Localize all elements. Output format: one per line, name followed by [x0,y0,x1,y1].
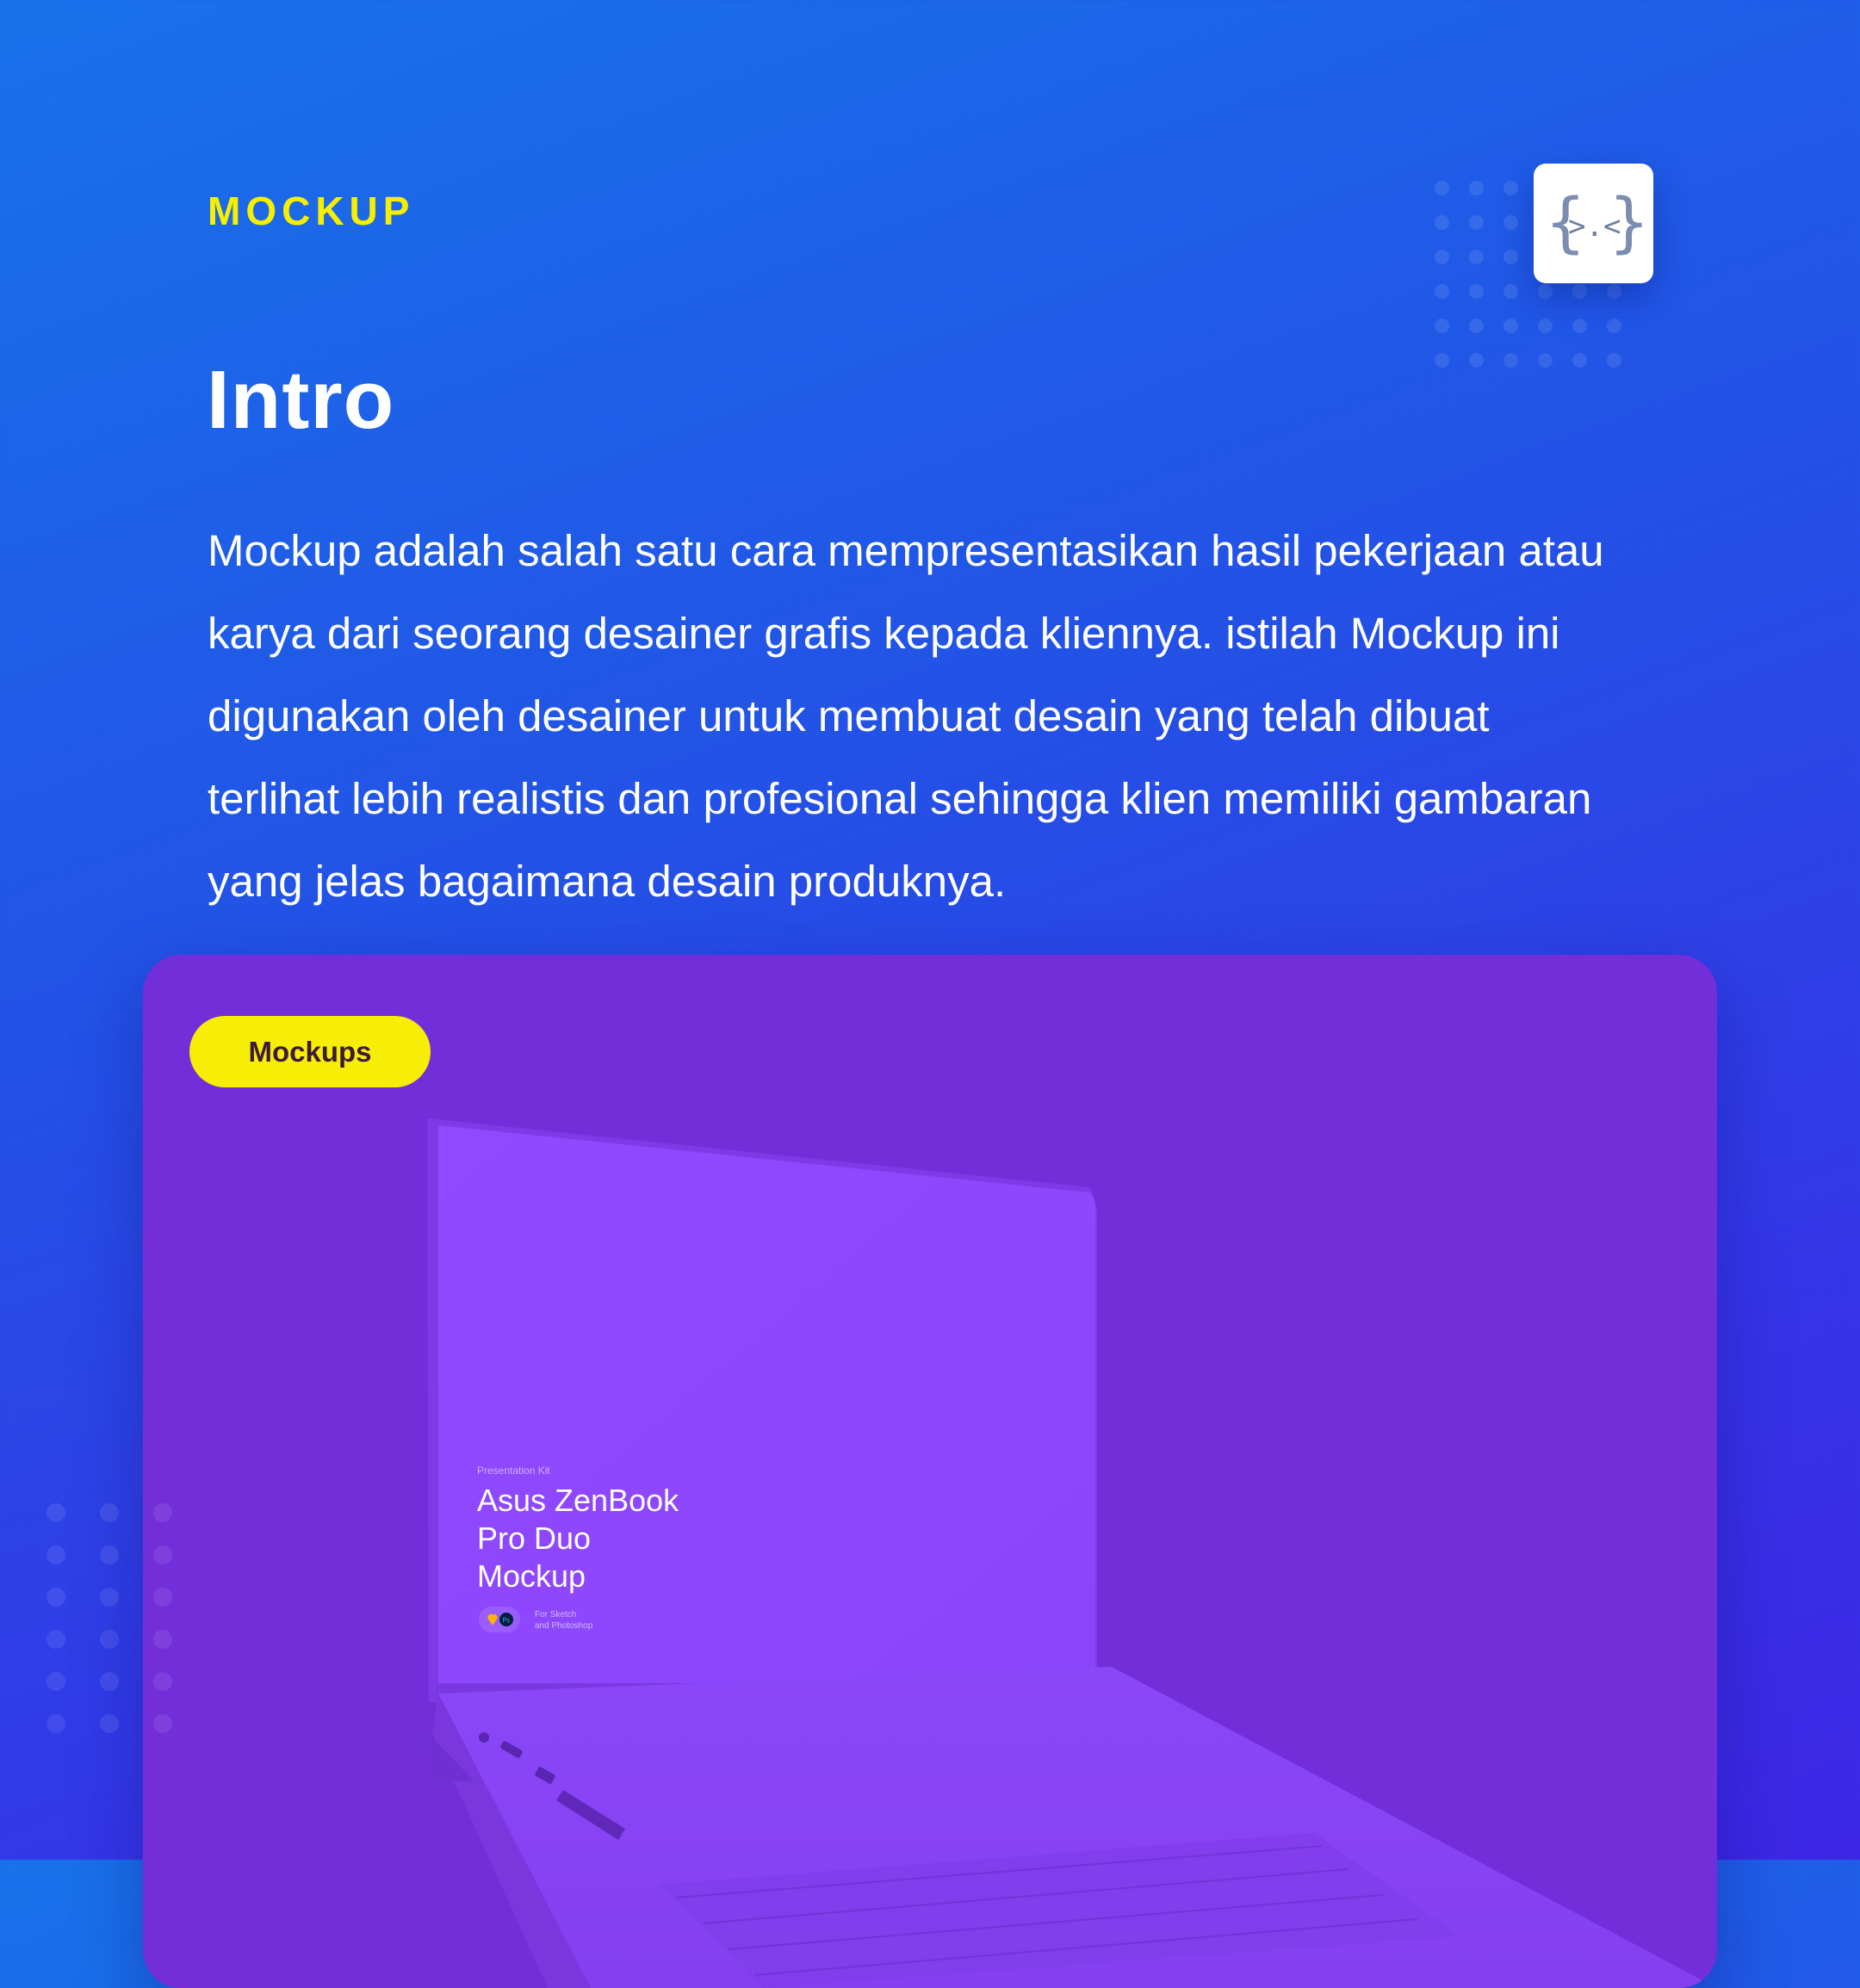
app-badges: Ps [479,1607,520,1632]
decorative-dot [100,1588,119,1607]
decorative-dot [1469,319,1484,333]
screen-title-line: Pro Duo [477,1520,592,1556]
screen-subtitle-line: For Sketch [535,1610,577,1620]
decorative-dot [1469,181,1484,195]
decorative-dot [1607,353,1621,368]
svg-text:}: } [1609,183,1646,260]
decorative-dot [1435,215,1449,230]
mockups-tag[interactable]: Mockups [189,1016,431,1087]
paragraph-line: digunakan oleh desainer untuk membuat de… [208,691,1490,740]
decorative-dot [153,1588,172,1607]
decorative-dot [1504,284,1518,299]
decorative-dot [1504,181,1518,195]
decorative-dot [1435,284,1449,299]
decorative-dot [1435,181,1449,195]
decorative-dot [100,1630,119,1649]
code-face-icon: { >.< } [1546,183,1646,260]
decorative-dot [1572,284,1587,299]
sketch-icon [487,1614,498,1626]
decorative-dot [153,1503,172,1522]
decorative-dot [1504,250,1518,264]
decorative-dot [1504,319,1518,333]
decorative-dot [46,1630,65,1649]
screen-subtitle-line: and Photoshop [535,1621,593,1631]
decorative-dot [153,1545,172,1564]
decorative-dot [1504,215,1518,230]
decorative-dot [153,1714,172,1733]
decorative-dot [100,1503,119,1522]
decorative-dot [1469,284,1484,299]
paragraph-line: karya dari seorang desainer grafis kepad… [208,609,1560,658]
decorative-dot-grid-left [46,1503,207,1756]
section-eyebrow: MOCKUP [208,189,415,233]
screen-title: Asus ZenBook Pro Duo Mockup [477,1482,701,1595]
screen-kicker: Presentation Kit [477,1465,550,1477]
laptop-mockup-illustration [427,1118,1717,1988]
svg-text:Ps: Ps [503,1617,511,1625]
brand-logo: { >.< } [1534,164,1653,283]
mockup-preview-card: Mockups Presentation Kit Asus ZenBook Pr… [143,955,1717,1988]
paragraph-line: Mockup adalah salah satu cara mempresent… [208,526,1604,575]
decorative-dot [1607,319,1621,333]
decorative-dot [46,1545,65,1564]
decorative-dot [153,1672,172,1691]
decorative-dot [1607,284,1621,299]
decorative-dot [1435,250,1449,264]
decorative-dot [1538,319,1553,333]
intro-paragraph: Mockup adalah salah satu cara mempresent… [208,510,1706,923]
decorative-dot [1504,353,1518,368]
paragraph-line: terlihat lebih realistis dan profesional… [208,774,1592,823]
decorative-dot [1469,215,1484,230]
screen-title-line: Asus ZenBook [477,1483,679,1518]
decorative-dot [1469,250,1484,264]
decorative-dot [46,1588,65,1607]
decorative-dot [1469,353,1484,368]
decorative-dot [1572,353,1587,368]
decorative-dot [153,1630,172,1649]
decorative-dot [100,1545,119,1564]
decorative-dot [1435,353,1449,368]
decorative-dot [100,1672,119,1691]
decorative-dot [46,1503,65,1522]
screen-subtitle: For Sketch and Photoshop [535,1609,604,1632]
page-title: Intro [207,354,395,446]
decorative-dot [100,1714,119,1733]
decorative-dot [46,1714,65,1733]
paragraph-line: yang jelas bagaimana desain produknya. [208,857,1007,906]
decorative-dot [1538,353,1553,368]
screen-title-line: Mockup [477,1558,586,1594]
decorative-dot [1435,319,1449,333]
decorative-dot [46,1672,65,1691]
decorative-dot [1538,284,1553,299]
decorative-dot [1572,319,1587,333]
